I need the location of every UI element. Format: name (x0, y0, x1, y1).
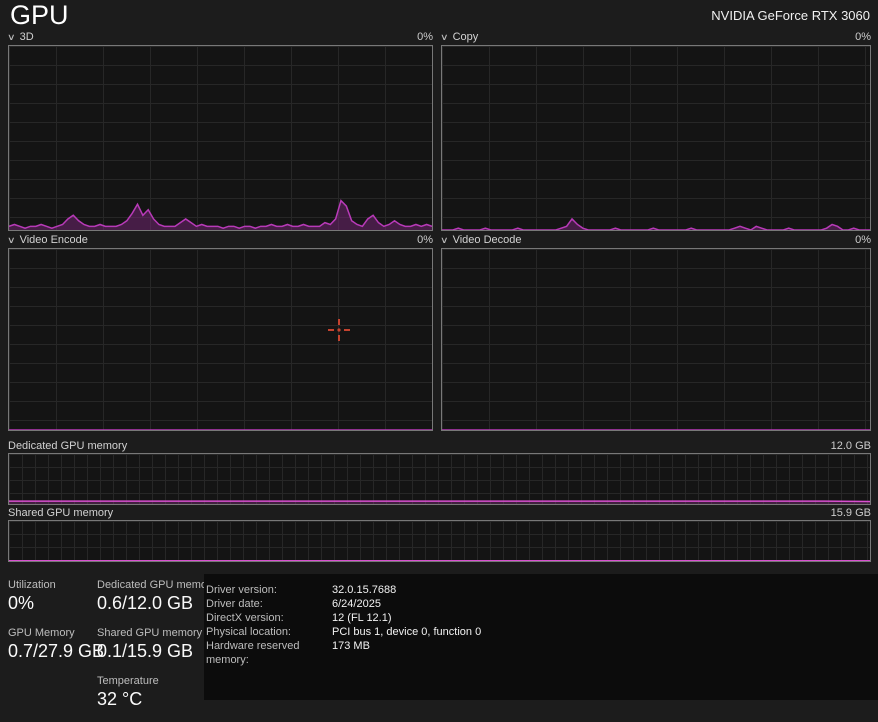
chart-label: Video Encode (19, 234, 88, 246)
chart-video-decode-series (442, 249, 870, 430)
chart-shared-memory-graph[interactable] (8, 520, 871, 562)
stat-label: Temperature (97, 675, 159, 687)
detail-row-hardware-reserved-memory: Hardware reserved memory: 173 MB (206, 639, 878, 667)
chart-video-decode-graph[interactable] (441, 248, 871, 431)
detail-value: PCI bus 1, device 0, function 0 (332, 626, 482, 638)
chevron-down-icon[interactable]: ∨ (7, 233, 16, 248)
chart-current-value: 0% (855, 234, 871, 246)
chart-header-copy: ∨ Copy 0% (440, 30, 871, 45)
detail-row-driver-date: Driver date: 6/24/2025 (206, 597, 878, 611)
detail-value: 6/24/2025 (332, 598, 381, 610)
chart-video-encode-graph[interactable] (8, 248, 433, 431)
chevron-down-icon[interactable]: ∨ (7, 30, 16, 45)
chart-current-value: 0% (855, 31, 871, 43)
stats-column-utilization: Utilization 0% GPU Memory 0.7/27.9 GB (8, 578, 104, 674)
stat-label: GPU Memory (8, 627, 75, 639)
chart-label: 3D (19, 31, 34, 43)
stat-value: 0.6/12.0 GB (97, 593, 194, 613)
stat-utilization: Utilization 0% (8, 578, 104, 615)
chart-label: Video Decode (452, 234, 522, 246)
chart-panel-copy: ∨ Copy 0% (440, 30, 871, 231)
stat-gpu-memory: GPU Memory 0.7/27.9 GB (8, 626, 104, 663)
chart-panel-3d: ∨ 3D 0% (7, 30, 433, 231)
stat-dedicated-memory: Dedicated GPU memory 0.6/12.0 GB (97, 578, 216, 615)
chart-dedicated-memory-series (9, 454, 870, 504)
detail-value: 173 MB (332, 640, 370, 652)
chart-current-value: 0% (417, 31, 433, 43)
chart-3d-series (9, 46, 432, 230)
detail-row-physical-location: Physical location: PCI bus 1, device 0, … (206, 625, 878, 639)
chart-label: Dedicated GPU memory (8, 440, 128, 452)
detail-label: Physical location: (206, 626, 291, 638)
chart-max-value: 15.9 GB (830, 507, 871, 519)
stat-label: Utilization (8, 579, 56, 591)
chevron-down-icon[interactable]: ∨ (440, 30, 449, 45)
detail-row-driver-version: Driver version: 32.0.15.7688 (206, 583, 878, 597)
chart-current-value: 0% (417, 234, 433, 246)
chart-3d-graph[interactable] (8, 45, 433, 231)
stat-value: 0.1/15.9 GB (97, 641, 194, 661)
chart-max-value: 12.0 GB (830, 440, 871, 452)
detail-label: DirectX version: (206, 612, 284, 624)
chart-header-3d: ∨ 3D 0% (7, 30, 433, 45)
stat-temperature: Temperature 32 °C (97, 674, 216, 711)
stat-value: 0% (8, 593, 35, 613)
detail-row-directx-version: DirectX version: 12 (FL 12.1) (206, 611, 878, 625)
chart-copy-series (442, 46, 870, 230)
detail-label: Hardware reserved memory: (206, 640, 300, 666)
stat-label: Dedicated GPU memory (97, 579, 217, 591)
chart-panel-dedicated-memory: Dedicated GPU memory 12.0 GB (8, 440, 871, 505)
detail-value: 12 (FL 12.1) (332, 612, 392, 624)
page-title: GPU (10, 0, 69, 30)
chart-panel-video-encode: ∨ Video Encode 0% (7, 233, 433, 431)
stats-column-memory: Dedicated GPU memory 0.6/12.0 GB Shared … (97, 578, 216, 722)
chart-panel-video-decode: ∨ Video Decode 0% (440, 233, 871, 431)
gpu-device-name: NVIDIA GeForce RTX 3060 (711, 8, 870, 23)
chart-video-encode-series (9, 249, 432, 430)
chart-shared-memory-series (9, 521, 870, 561)
chart-header-dedicated-memory: Dedicated GPU memory 12.0 GB (8, 440, 871, 453)
stat-label: Shared GPU memory (97, 627, 203, 639)
stat-value: 0.7/27.9 GB (8, 641, 105, 661)
driver-details-panel: Driver version: 32.0.15.7688 Driver date… (204, 574, 878, 700)
chart-header-video-decode: ∨ Video Decode 0% (440, 233, 871, 248)
stat-shared-memory: Shared GPU memory 0.1/15.9 GB (97, 626, 216, 663)
detail-label: Driver version: (206, 584, 277, 596)
chevron-down-icon[interactable]: ∨ (440, 233, 449, 248)
chart-dedicated-memory-graph[interactable] (8, 453, 871, 505)
detail-label: Driver date: (206, 598, 263, 610)
chart-label: Shared GPU memory (8, 507, 114, 519)
chart-header-shared-memory: Shared GPU memory 15.9 GB (8, 507, 871, 520)
chart-label: Copy (452, 31, 479, 43)
chart-header-video-encode: ∨ Video Encode 0% (7, 233, 433, 248)
chart-panel-shared-memory: Shared GPU memory 15.9 GB (8, 507, 871, 562)
chart-copy-graph[interactable] (441, 45, 871, 231)
detail-value: 32.0.15.7688 (332, 584, 397, 596)
